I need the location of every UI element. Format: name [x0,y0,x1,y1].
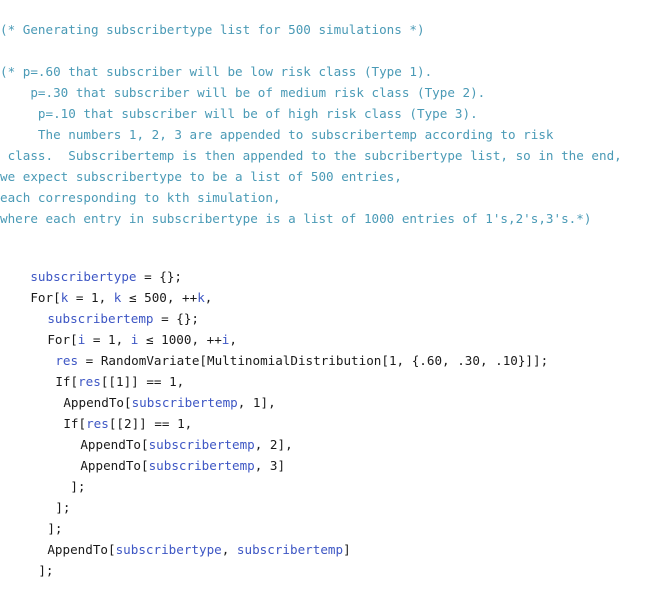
code-line[interactable]: If[res[[2]] == 1, [33,400,192,431]
notebook-cell[interactable]: (* Generating subscribertype list for 50… [0,0,651,578]
code-line[interactable]: ]; [17,505,62,536]
code-line[interactable]: ]; [8,547,53,578]
comment-line: p=.10 that subscriber will be of high ri… [0,106,478,121]
comment-line: p=.30 that subscriber will be of medium … [0,85,486,100]
code-token: , [221,542,237,557]
code-line[interactable]: AppendTo[subscribertemp, 2], [50,421,292,452]
code-token: , [204,290,213,305]
variable-token: subscribertemp [236,542,344,557]
code-line[interactable]: ]; [25,484,70,515]
code-token: , 3] [254,458,286,473]
code-token: , 1], [237,395,276,410]
code-token: AppendTo[ [80,458,149,473]
variable-token: subscribertemp [148,458,255,473]
code-line[interactable]: ]; [40,463,85,494]
code-line[interactable]: For[i = 1, i ≤ 1000, ++i, [17,316,237,347]
variable-token: subscribertype [115,542,222,557]
code-line[interactable]: res = RandomVariate[MultinomialDistribut… [25,337,548,368]
comment-line: where each entry in subscribertype is a … [0,211,592,226]
code-line[interactable]: subscribertemp = {}; [17,295,199,326]
code-token: ]; [70,479,86,494]
comment-line: we expect subscribertype to be a list of… [0,169,402,184]
comment-line: class. Subscribertemp is then appended t… [0,148,622,163]
code-line[interactable]: subscribertype = {}; [0,253,182,284]
code-line[interactable]: If[res[[1]] == 1, [25,358,184,389]
code-line[interactable]: For[k = 1, k ≤ 500, ++k, [0,274,212,305]
code-token: ]; [38,563,54,578]
code-line[interactable]: AppendTo[subscribertemp, 1], [33,379,275,410]
comment-line: The numbers 1, 2, 3 are appended to subs… [0,127,554,142]
comment-title-line: (* Generating subscribertype list for 50… [0,22,425,37]
code-line[interactable]: AppendTo[subscribertemp, 3] [50,442,285,473]
comment-line: each corresponding to kth simulation, [0,190,281,205]
code-line[interactable]: AppendTo[subscribertype, subscribertemp] [17,526,350,557]
code-token: ] [343,542,351,557]
code-token: AppendTo[ [47,542,116,557]
comment-line: (* p=.60 that subscriber will be low ris… [0,64,433,79]
